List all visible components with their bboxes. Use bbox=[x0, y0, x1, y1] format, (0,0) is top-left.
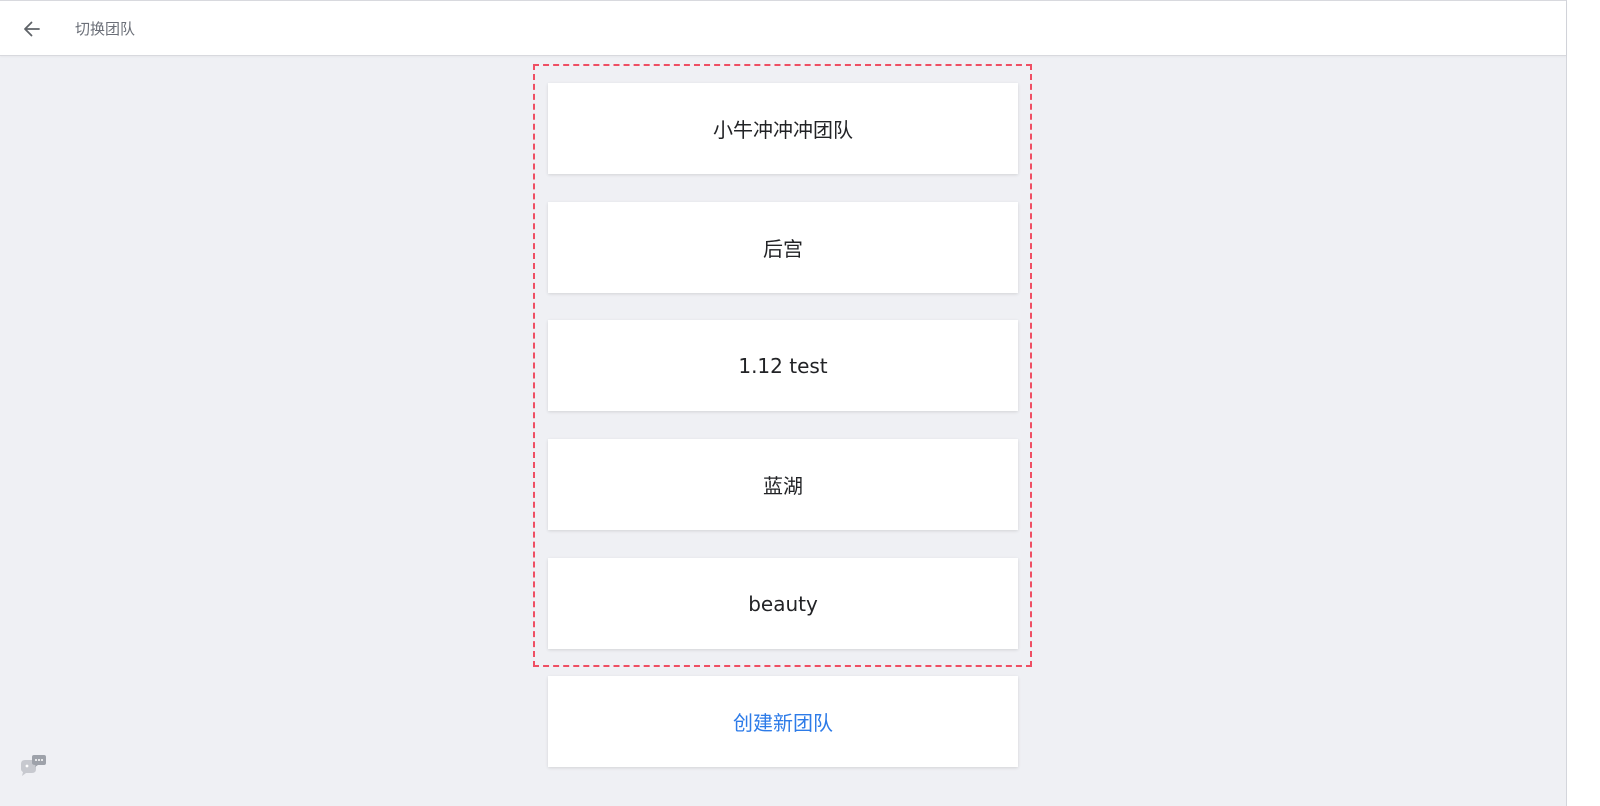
top-bar: 切换团队 bbox=[0, 0, 1566, 56]
page-title: 切换团队 bbox=[75, 20, 136, 38]
app-window: 切换团队 小牛冲冲冲团队 后宫 1.12 test 蓝湖 beauty 创建新团… bbox=[0, 0, 1567, 806]
team-card[interactable]: 蓝湖 bbox=[548, 439, 1018, 530]
chat-bubble-icon[interactable] bbox=[18, 754, 48, 778]
team-card[interactable]: beauty bbox=[548, 558, 1018, 649]
team-card[interactable]: 小牛冲冲冲团队 bbox=[548, 83, 1018, 174]
team-name: 小牛冲冲冲团队 bbox=[713, 118, 853, 142]
arrow-left-icon bbox=[24, 21, 40, 37]
team-name: beauty bbox=[748, 591, 818, 616]
team-card[interactable]: 后宫 bbox=[548, 202, 1018, 293]
back-button[interactable] bbox=[18, 15, 46, 43]
create-team-label: 创建新团队 bbox=[733, 711, 833, 735]
team-name: 蓝湖 bbox=[763, 474, 803, 498]
create-team-button[interactable]: 创建新团队 bbox=[548, 676, 1018, 767]
team-name: 1.12 test bbox=[738, 353, 828, 378]
team-card[interactable]: 1.12 test bbox=[548, 320, 1018, 411]
team-name: 后宫 bbox=[763, 237, 803, 261]
